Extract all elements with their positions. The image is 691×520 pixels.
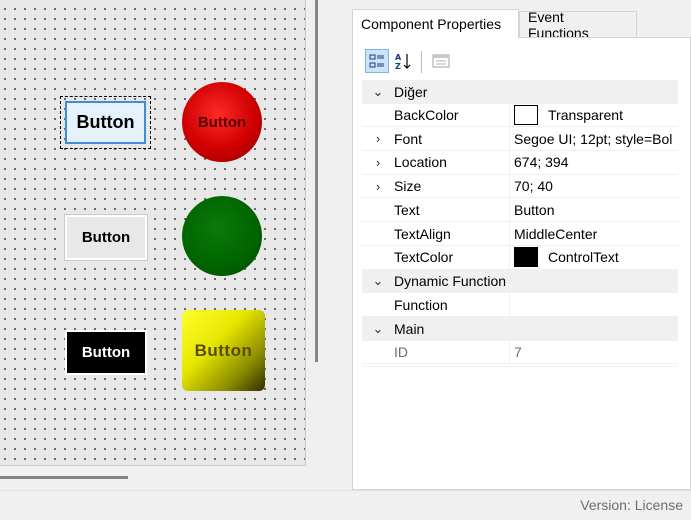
category-row-main[interactable]: ⌄ Main	[362, 317, 678, 341]
property-value[interactable]: 674; 394	[510, 151, 678, 174]
category-label: Main	[394, 320, 425, 337]
category-row-dynamic-function[interactable]: ⌄ Dynamic Function	[362, 269, 678, 294]
property-row-size[interactable]: › Size 70; 40	[362, 174, 678, 199]
property-row-text[interactable]: Text Button	[362, 198, 678, 223]
svg-text:A: A	[395, 53, 402, 62]
property-value[interactable]: Transparent	[510, 104, 678, 127]
property-row-textcolor[interactable]: TextColor ControlText	[362, 245, 678, 270]
property-row-backcolor[interactable]: BackColor Transparent	[362, 103, 678, 128]
canvas-button-selected[interactable]: Button	[65, 101, 146, 144]
property-grid: ⌄ Diğer BackColor Transparent › Font Seg…	[362, 80, 678, 366]
version-license-label: Version: License	[580, 497, 683, 513]
property-grid-toolbar: A Z	[358, 47, 689, 77]
grid-divider	[362, 366, 678, 367]
chevron-down-icon[interactable]: ⌄	[362, 321, 394, 337]
color-swatch	[514, 247, 538, 268]
property-row-id[interactable]: ID 7	[362, 340, 678, 365]
canvas-green-circle-button[interactable]	[182, 196, 262, 276]
canvas-vertical-scroll-thumb[interactable]	[315, 0, 318, 362]
app-window: Button Button Button Button Button Compo…	[0, 0, 691, 520]
property-name: TextAlign	[394, 222, 510, 245]
property-row-font[interactable]: › Font Segoe UI; 12pt; style=Bol	[362, 127, 678, 152]
property-name: Text	[394, 198, 510, 222]
svg-text:Z: Z	[395, 62, 401, 70]
property-name: Function	[394, 293, 510, 316]
chevron-down-icon[interactable]: ⌄	[362, 273, 394, 289]
property-value[interactable]: Button	[510, 199, 678, 222]
property-row-function[interactable]: Function	[362, 293, 678, 317]
property-value: 7	[514, 344, 522, 361]
canvas-button-dark[interactable]: Button	[65, 330, 147, 375]
property-value[interactable]: MiddleCenter	[510, 222, 678, 245]
chevron-down-icon[interactable]: ⌄	[362, 84, 394, 100]
canvas-vertical-scrollbar[interactable]	[306, 0, 330, 466]
category-label: Dynamic Function	[394, 273, 507, 290]
categorized-icon[interactable]	[365, 49, 389, 73]
alphabetical-icon[interactable]: A Z	[391, 49, 415, 73]
category-row-diger[interactable]: ⌄ Diğer	[362, 80, 678, 104]
property-name: ID	[394, 340, 510, 364]
property-row-textalign[interactable]: TextAlign MiddleCenter	[362, 222, 678, 246]
property-name: TextColor	[394, 245, 510, 269]
canvas-button-light[interactable]: Button	[64, 214, 148, 261]
tab-component-properties[interactable]: Component Properties	[352, 9, 519, 38]
property-pages-icon[interactable]	[429, 49, 453, 73]
property-row-location[interactable]: › Location 674; 394	[362, 151, 678, 175]
category-label: Diğer	[394, 83, 428, 100]
property-name: Font	[394, 127, 510, 151]
color-swatch	[514, 105, 538, 126]
property-name: Size	[394, 174, 510, 198]
canvas-red-circle-button[interactable]: Button	[182, 82, 262, 162]
property-name: Location	[394, 151, 510, 174]
status-bar: Version: License	[0, 490, 691, 520]
property-value[interactable]	[510, 293, 678, 316]
chevron-right-icon[interactable]: ›	[362, 155, 394, 170]
tab-event-functions[interactable]: Event Functions	[519, 9, 637, 41]
chevron-right-icon[interactable]: ›	[362, 131, 394, 146]
chevron-right-icon[interactable]: ›	[362, 179, 394, 194]
design-canvas[interactable]: Button Button Button Button Button	[0, 0, 306, 466]
canvas-horizontal-scroll-thumb[interactable]	[0, 476, 128, 479]
property-value[interactable]: ControlText	[510, 246, 678, 269]
property-value[interactable]: 70; 40	[510, 175, 678, 198]
property-value[interactable]: Segoe UI; 12pt; style=Bol	[510, 127, 678, 150]
property-name: BackColor	[394, 103, 510, 127]
canvas-yellow-square-button[interactable]: Button	[182, 310, 265, 391]
toolbar-separator	[421, 51, 422, 73]
selected-button-frame[interactable]: Button	[60, 96, 151, 149]
